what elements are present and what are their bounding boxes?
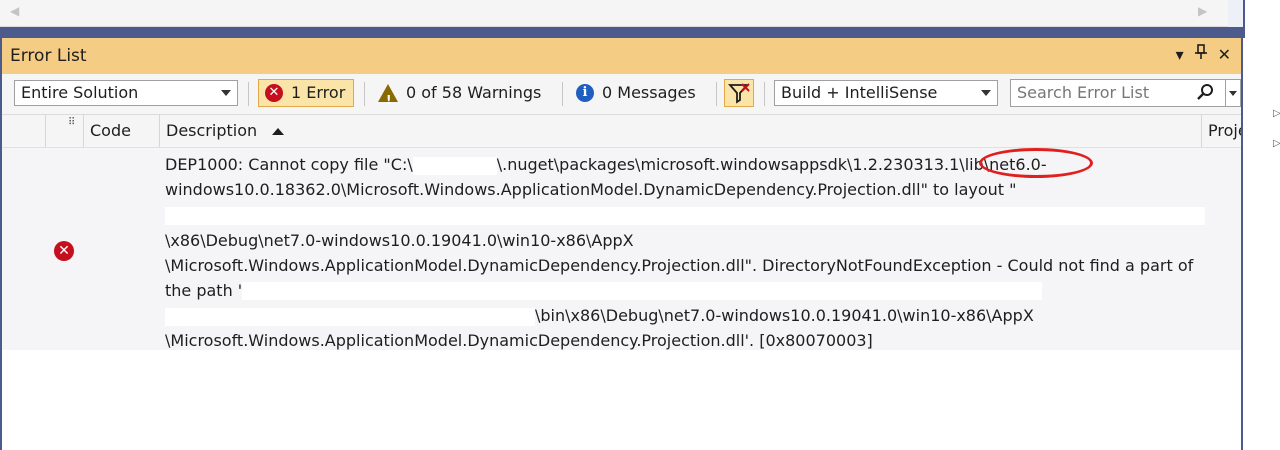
description-line: the path ' — [165, 278, 1235, 303]
scope-value: Entire Solution — [21, 83, 139, 102]
messages-label: 0 Messages — [602, 83, 696, 102]
description-line: \Microsoft.Windows.ApplicationModel.Dyna… — [165, 328, 1235, 353]
build-filter-dropdown[interactable]: Build + IntelliSense — [774, 80, 998, 106]
description-text: \bin\x86\Debug\net7.0-windows10.0.19041.… — [535, 306, 1034, 326]
chevron-down-icon — [1229, 91, 1237, 96]
description-header-label: Description — [166, 121, 258, 140]
project-header-label: Proje — [1208, 121, 1241, 140]
expand-right-icon[interactable]: ▷ — [1273, 138, 1280, 149]
info-icon: i — [576, 84, 594, 102]
table-row[interactable]: ✕ DEP1000: Cannot copy file "C:\ \.nuget\… — [2, 148, 1241, 350]
error-list-toolbar: Entire Solution ✕ 1 Error 0 of 58 Warnin… — [2, 74, 1241, 115]
sort-ascending-icon — [272, 128, 285, 135]
description-line: \Microsoft.Windows.ApplicationModel.Dyna… — [165, 253, 1235, 278]
description-text: windows10.0.18362.0\Microsoft.Windows.Ap… — [165, 180, 1017, 200]
expand-right-icon[interactable]: ▷ — [1273, 108, 1280, 119]
warnings-filter-button[interactable]: 0 of 58 Warnings — [372, 79, 552, 114]
error-icon: ✕ — [54, 241, 74, 261]
toolbar-separator — [562, 82, 563, 106]
window-menu-icon[interactable]: ▾ — [1176, 45, 1184, 65]
messages-filter-button[interactable]: i 0 Messages — [570, 79, 706, 107]
column-header-row: ⠿ Code Description Proje — [2, 115, 1241, 148]
frame-band — [0, 27, 1243, 38]
code-header-label: Code — [90, 121, 131, 140]
errors-filter-button[interactable]: ✕ 1 Error — [258, 79, 354, 107]
error-icon: ✕ — [265, 84, 283, 102]
column-header-code[interactable]: Code — [84, 115, 160, 147]
panel-title: Error List — [10, 46, 87, 66]
close-icon[interactable]: ✕ — [1218, 45, 1231, 65]
chevron-down-icon — [981, 90, 991, 96]
description-text: \Microsoft.Windows.ApplicationModel.Dyna… — [165, 331, 873, 351]
search-input[interactable]: Search Error List — [1010, 79, 1226, 107]
frame-edge — [1243, 0, 1245, 38]
redacted-region — [242, 282, 1043, 301]
scroll-right-icon[interactable]: ▶ — [1198, 4, 1207, 18]
toolbar-separator — [248, 82, 249, 106]
errors-label: 1 Error — [291, 83, 346, 102]
description-line: \bin\x86\Debug\net7.0-windows10.0.19041.… — [165, 303, 1235, 328]
warnings-label: 0 of 58 Warnings — [406, 83, 542, 102]
redacted-region — [165, 206, 1205, 225]
pin-icon[interactable] — [1194, 44, 1208, 65]
warning-icon — [378, 84, 398, 114]
error-list-panel: Error List ▾ ✕ Entire Solution ✕ 1 Error… — [0, 38, 1243, 450]
build-filter-value: Build + IntelliSense — [781, 83, 938, 102]
search-options-button[interactable] — [1226, 79, 1241, 107]
description-text: \Microsoft.Windows.ApplicationModel.Dyna… — [165, 255, 1194, 275]
description-text: the path ' — [165, 280, 243, 300]
description-text: DEP1000: Cannot copy file "C:\ — [165, 155, 413, 174]
scroll-left-icon[interactable]: ◀ — [10, 4, 19, 18]
column-header-spacer — [2, 115, 46, 147]
resize-grip-icon: ⠿ — [68, 117, 76, 128]
filter-icon — [728, 83, 750, 104]
description-text: \.nuget\packages\microsoft.windowsappsdk… — [496, 155, 1047, 174]
description-line — [165, 202, 1235, 227]
search-icon[interactable] — [1197, 83, 1215, 109]
filter-button[interactable] — [724, 79, 754, 107]
toolbar-separator — [364, 82, 365, 106]
description-text: \x86\Debug\net7.0-windows10.0.19041.0\wi… — [165, 230, 634, 250]
toolbar-separator — [716, 82, 717, 106]
search-placeholder: Search Error List — [1017, 83, 1150, 102]
redacted-region — [412, 156, 497, 175]
panel-titlebar: Error List ▾ ✕ — [2, 38, 1241, 75]
chevron-down-icon — [221, 90, 231, 96]
description-line: windows10.0.18362.0\Microsoft.Windows.Ap… — [165, 177, 1235, 202]
title-controls: ▾ ✕ — [1176, 44, 1231, 65]
editor-top-strip: ◀ ▶ — [0, 0, 1280, 38]
error-description[interactable]: DEP1000: Cannot copy file "C:\ \.nuget\pa… — [165, 148, 1235, 354]
highlight-circle — [979, 148, 1093, 178]
row-severity: ✕ — [54, 240, 74, 261]
redacted-region — [165, 307, 535, 326]
description-line: \x86\Debug\net7.0-windows10.0.19041.0\wi… — [165, 228, 1235, 253]
scope-dropdown[interactable]: Entire Solution — [14, 80, 238, 106]
description-line: DEP1000: Cannot copy file "C:\ \.nuget\pa… — [165, 148, 1235, 178]
column-header-project[interactable]: Proje — [1202, 115, 1241, 147]
column-header-description[interactable]: Description — [160, 115, 1202, 147]
right-rail: ▷ ▷ — [1243, 0, 1280, 450]
horizontal-scrollbar[interactable]: ◀ ▶ — [0, 0, 1228, 27]
toolbar-separator — [764, 82, 765, 106]
column-header-select[interactable]: ⠿ — [46, 115, 84, 147]
